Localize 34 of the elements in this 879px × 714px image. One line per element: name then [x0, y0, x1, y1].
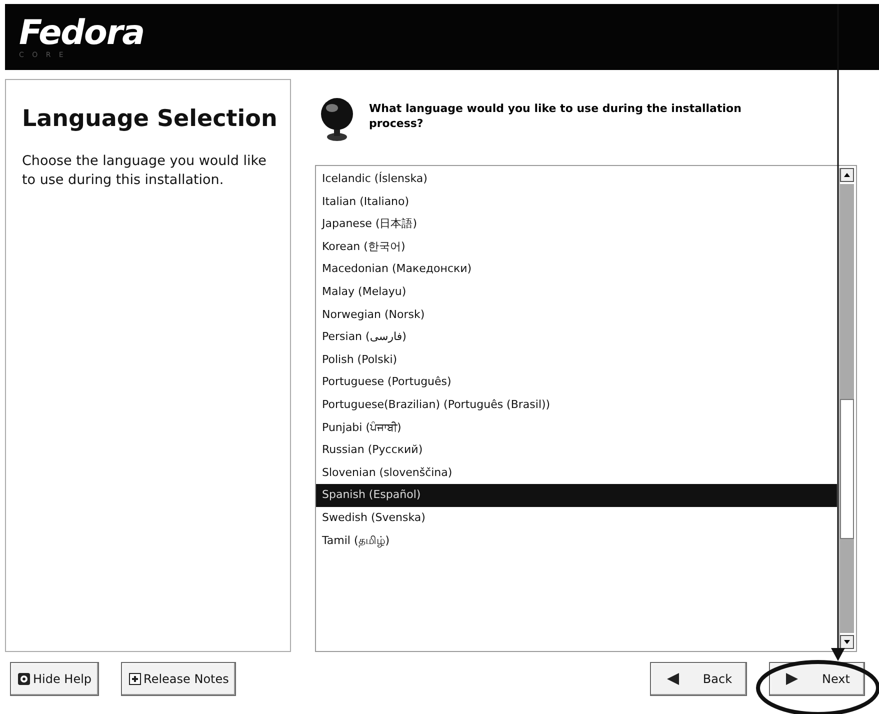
language-item[interactable]: Macedonian (Македонски)	[316, 258, 837, 281]
notes-icon	[128, 672, 142, 686]
language-item[interactable]: Portuguese(Brazilian) (Português (Brasil))	[316, 394, 837, 417]
language-item[interactable]: Polish (Polski)	[316, 348, 837, 372]
language-item[interactable]: Italian (Italiano)	[316, 190, 837, 214]
next-arrow-icon	[784, 672, 800, 686]
language-item[interactable]: Swedish (Svenska)	[316, 506, 837, 530]
language-item[interactable]: Persian (فارسی)	[316, 326, 837, 349]
help-title: Language Selection	[22, 106, 278, 132]
language-item[interactable]: Malay (Melayu)	[316, 280, 837, 304]
scroll-up-icon[interactable]	[840, 168, 854, 182]
fedora-logo: Fedora	[19, 15, 144, 51]
globe-icon	[319, 97, 355, 143]
help-text: Choose the language you would like to use during this installation.	[22, 152, 268, 190]
language-item[interactable]: Tamil (தமிழ்)	[316, 530, 837, 552]
scroll-down-icon[interactable]	[840, 635, 854, 649]
question-text: What language would you like to use during the installation process?	[369, 101, 742, 131]
hide-help-button[interactable]: Hide Help	[10, 662, 99, 696]
language-item[interactable]: Norwegian (Norsk)	[316, 304, 837, 326]
language-item[interactable]: Punjabi (ਪੰਜਾਬੀ)	[316, 416, 837, 440]
help-icon	[17, 672, 31, 686]
language-item[interactable]: Korean (한국어)	[316, 236, 837, 258]
back-arrow-icon	[664, 672, 681, 686]
language-item[interactable]: Russian (Русский)	[316, 439, 837, 462]
language-item[interactable]: Slovenian (slovenščina)	[316, 462, 837, 484]
language-item[interactable]: Japanese (日本語)	[316, 213, 837, 236]
scrollbar-thumb[interactable]	[840, 398, 854, 538]
release-notes-button[interactable]: Release Notes	[120, 662, 236, 696]
language-item[interactable]: Icelandic (Íslenska)	[316, 168, 837, 191]
language-item[interactable]: Spanish (Español)	[316, 484, 837, 507]
language-item[interactable]: Portuguese (Português)	[316, 371, 837, 394]
scrollbar[interactable]	[839, 168, 854, 649]
next-button[interactable]: Next	[769, 662, 865, 696]
back-button[interactable]: Back	[650, 662, 748, 696]
